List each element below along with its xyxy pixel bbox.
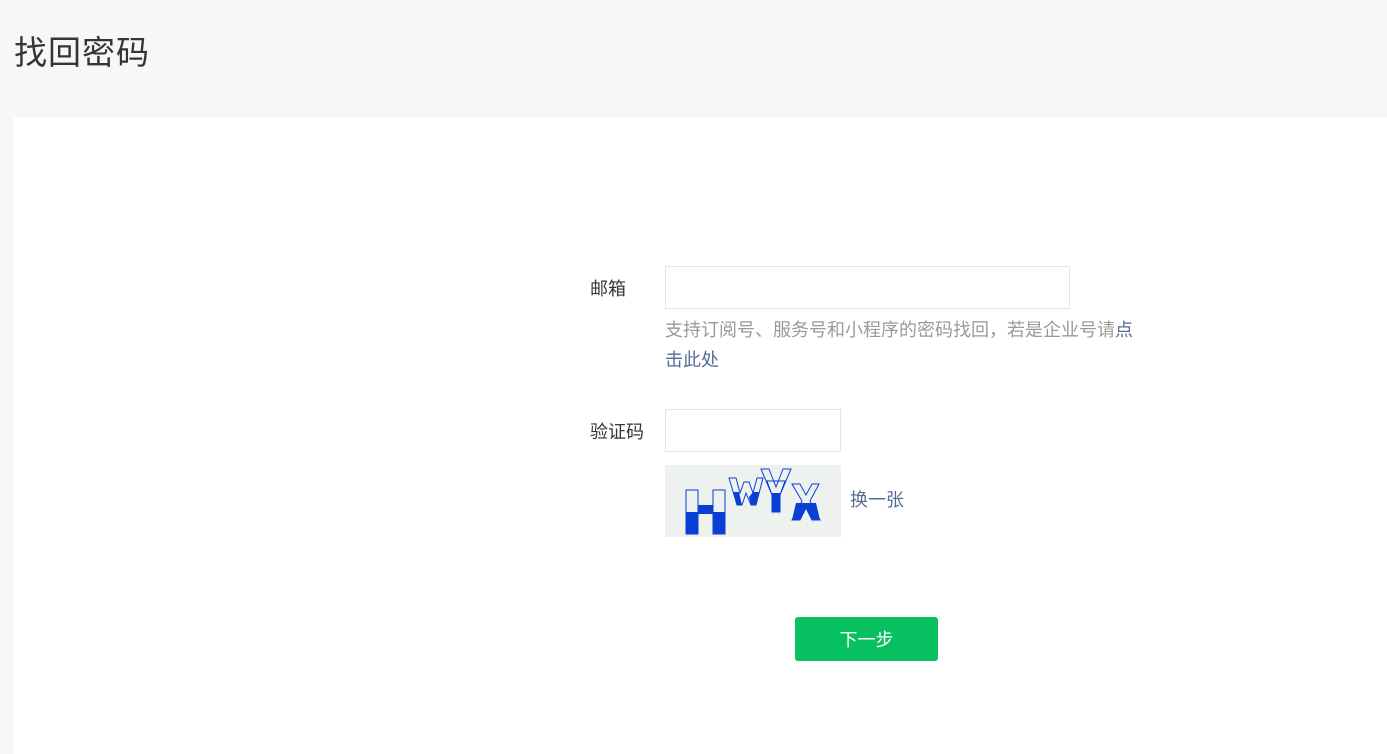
captcha-label: 验证码 bbox=[590, 422, 644, 443]
captcha-glyph-x bbox=[791, 483, 821, 521]
next-button[interactable]: 下一步 bbox=[795, 617, 938, 661]
captcha-glyphs bbox=[685, 468, 821, 535]
captcha-glyph-w bbox=[728, 477, 764, 506]
email-hint-text: 支持订阅号、服务号和小程序的密码找回，若是企业号请 bbox=[665, 320, 1115, 341]
form-panel: 邮箱 支持订阅号、服务号和小程序的密码找回，若是企业号请点击此处 验证码 换一张… bbox=[14, 117, 1387, 754]
captcha-glyph-y bbox=[760, 468, 792, 513]
refresh-captcha-link[interactable]: 换一张 bbox=[850, 486, 904, 512]
captcha-input[interactable] bbox=[665, 409, 841, 452]
email-hint: 支持订阅号、服务号和小程序的密码找回，若是企业号请点击此处 bbox=[665, 316, 1145, 376]
captcha-image[interactable] bbox=[665, 465, 841, 537]
captcha-glyph-h bbox=[685, 489, 726, 535]
email-input[interactable] bbox=[665, 266, 1070, 309]
page-title: 找回密码 bbox=[14, 33, 150, 72]
email-label: 邮箱 bbox=[590, 279, 626, 300]
